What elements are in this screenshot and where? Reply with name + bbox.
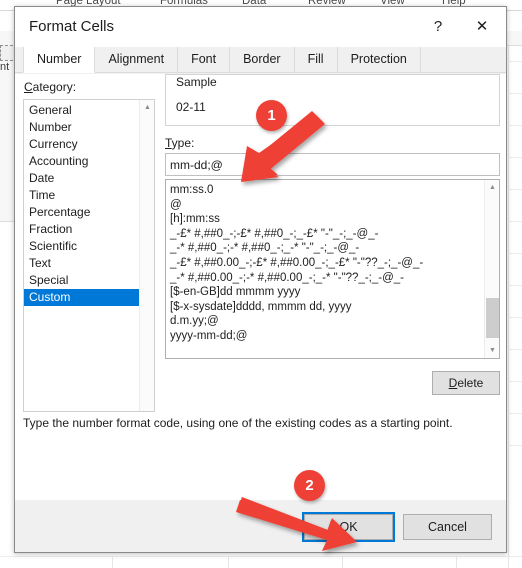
category-item-list: General Number Currency Accounting Date …: [24, 100, 154, 306]
category-item-percentage[interactable]: Percentage: [24, 204, 154, 221]
tab-number[interactable]: Number: [23, 47, 96, 73]
category-label: Category:: [24, 80, 76, 94]
type-input[interactable]: [165, 153, 500, 176]
type-item[interactable]: [$-x-sysdate]dddd, mmmm dd, yyyy: [166, 300, 499, 315]
type-item[interactable]: _-£* #,##0_-;-£* #,##0_-;_-£* "-"_-;_-@_…: [166, 227, 499, 242]
type-item-list: mm:ss.0 @ [h]:mm:ss _-£* #,##0_-;-£* #,#…: [166, 180, 499, 344]
delete-button-label: elete: [457, 376, 484, 390]
grid-line-horizontal: [508, 61, 522, 62]
grid-line-horizontal: [508, 253, 522, 254]
dialog-title: Format Cells: [29, 18, 115, 35]
type-label: Type:: [165, 136, 194, 150]
tab-protection[interactable]: Protection: [338, 47, 421, 72]
scroll-up-icon[interactable]: ▲: [485, 180, 499, 195]
category-item-fraction[interactable]: Fraction: [24, 221, 154, 238]
delete-button[interactable]: Delete: [432, 371, 500, 395]
category-item-date[interactable]: Date: [24, 170, 154, 187]
grid-line-vertical: [228, 556, 229, 568]
help-icon[interactable]: ?: [418, 7, 458, 45]
grid-line-horizontal: [0, 556, 522, 557]
hint-text: Type the number format code, using one o…: [23, 416, 453, 430]
scroll-down-icon[interactable]: ▼: [485, 343, 499, 358]
category-listbox[interactable]: General Number Currency Accounting Date …: [23, 99, 155, 412]
type-item[interactable]: @: [166, 198, 499, 213]
grid-line-horizontal: [508, 349, 522, 350]
type-item[interactable]: d.m.yy;@: [166, 314, 499, 329]
type-item[interactable]: mm:ss.0: [166, 183, 499, 198]
scrollbar-thumb[interactable]: [486, 298, 499, 338]
dialog-titlebar[interactable]: Format Cells ? ✕: [15, 7, 506, 47]
type-item[interactable]: _-£* #,##0.00_-;-£* #,##0.00_-;_-£* "-"?…: [166, 256, 499, 271]
category-item-special[interactable]: Special: [24, 272, 154, 289]
cancel-button[interactable]: Cancel: [403, 514, 492, 540]
type-label-rest: ype:: [171, 136, 195, 150]
category-item-accounting[interactable]: Accounting: [24, 153, 154, 170]
delete-button-accel: D: [448, 376, 458, 390]
category-item-custom[interactable]: Custom: [24, 289, 154, 306]
grid-line-horizontal: [508, 125, 522, 126]
grid-line-horizontal: [508, 93, 522, 94]
category-label-rest: ategory:: [32, 80, 77, 94]
type-item[interactable]: yyyy-mm-dd;@: [166, 329, 499, 344]
type-item[interactable]: [h]:mm:ss: [166, 212, 499, 227]
type-label-accel: T: [165, 136, 172, 150]
grid-line-vertical: [456, 556, 457, 568]
sample-value: 02-11: [176, 100, 206, 114]
tab-fill[interactable]: Fill: [295, 47, 338, 72]
ok-button[interactable]: OK: [302, 512, 395, 542]
category-item-time[interactable]: Time: [24, 187, 154, 204]
grid-line-vertical: [342, 556, 343, 568]
category-item-scientific[interactable]: Scientific: [24, 238, 154, 255]
type-item[interactable]: [$-en-GB]dd mmmm yyyy: [166, 285, 499, 300]
grid-line-horizontal: [508, 285, 522, 286]
category-scrollbar[interactable]: ▲: [139, 100, 154, 411]
category-item-currency[interactable]: Currency: [24, 136, 154, 153]
grid-line-vertical: [112, 556, 113, 568]
grid-line-horizontal: [508, 445, 522, 446]
dialog-footer: OK Cancel: [15, 500, 506, 552]
sample-label: Sample: [173, 75, 220, 89]
category-item-text[interactable]: Text: [24, 255, 154, 272]
type-item[interactable]: _-* #,##0.00_-;-* #,##0.00_-;_-* "-"??_-…: [166, 271, 499, 286]
category-label-accel: C: [24, 80, 33, 94]
type-scrollbar[interactable]: ▲ ▼: [484, 180, 499, 358]
dialog-tab-strip: Number Alignment Font Border Fill Protection: [15, 47, 506, 73]
grid-line-horizontal: [508, 317, 522, 318]
grid-line-horizontal: [508, 413, 522, 414]
number-tab-panel: Category: General Number Currency Accoun…: [15, 74, 506, 552]
background-truncated-text: nt: [0, 61, 10, 73]
scroll-up-icon[interactable]: ▲: [140, 100, 154, 115]
category-item-general[interactable]: General: [24, 102, 154, 119]
tab-font[interactable]: Font: [178, 47, 231, 72]
type-listbox[interactable]: mm:ss.0 @ [h]:mm:ss _-£* #,##0_-;-£* #,#…: [165, 179, 500, 359]
close-icon[interactable]: ✕: [462, 7, 502, 45]
grid-line-horizontal: [508, 381, 522, 382]
grid-line-vertical: [508, 45, 509, 568]
tab-alignment[interactable]: Alignment: [95, 47, 179, 72]
grid-line-horizontal: [508, 221, 522, 222]
format-cells-dialog: Format Cells ? ✕ Number Alignment Font Bord…: [14, 6, 507, 553]
tab-border[interactable]: Border: [230, 47, 295, 72]
grid-line-horizontal: [508, 157, 522, 158]
category-item-number[interactable]: Number: [24, 119, 154, 136]
grid-line-horizontal: [508, 189, 522, 190]
type-item[interactable]: _-* #,##0_-;-* #,##0_-;_-* "-"_-;_-@_-: [166, 241, 499, 256]
